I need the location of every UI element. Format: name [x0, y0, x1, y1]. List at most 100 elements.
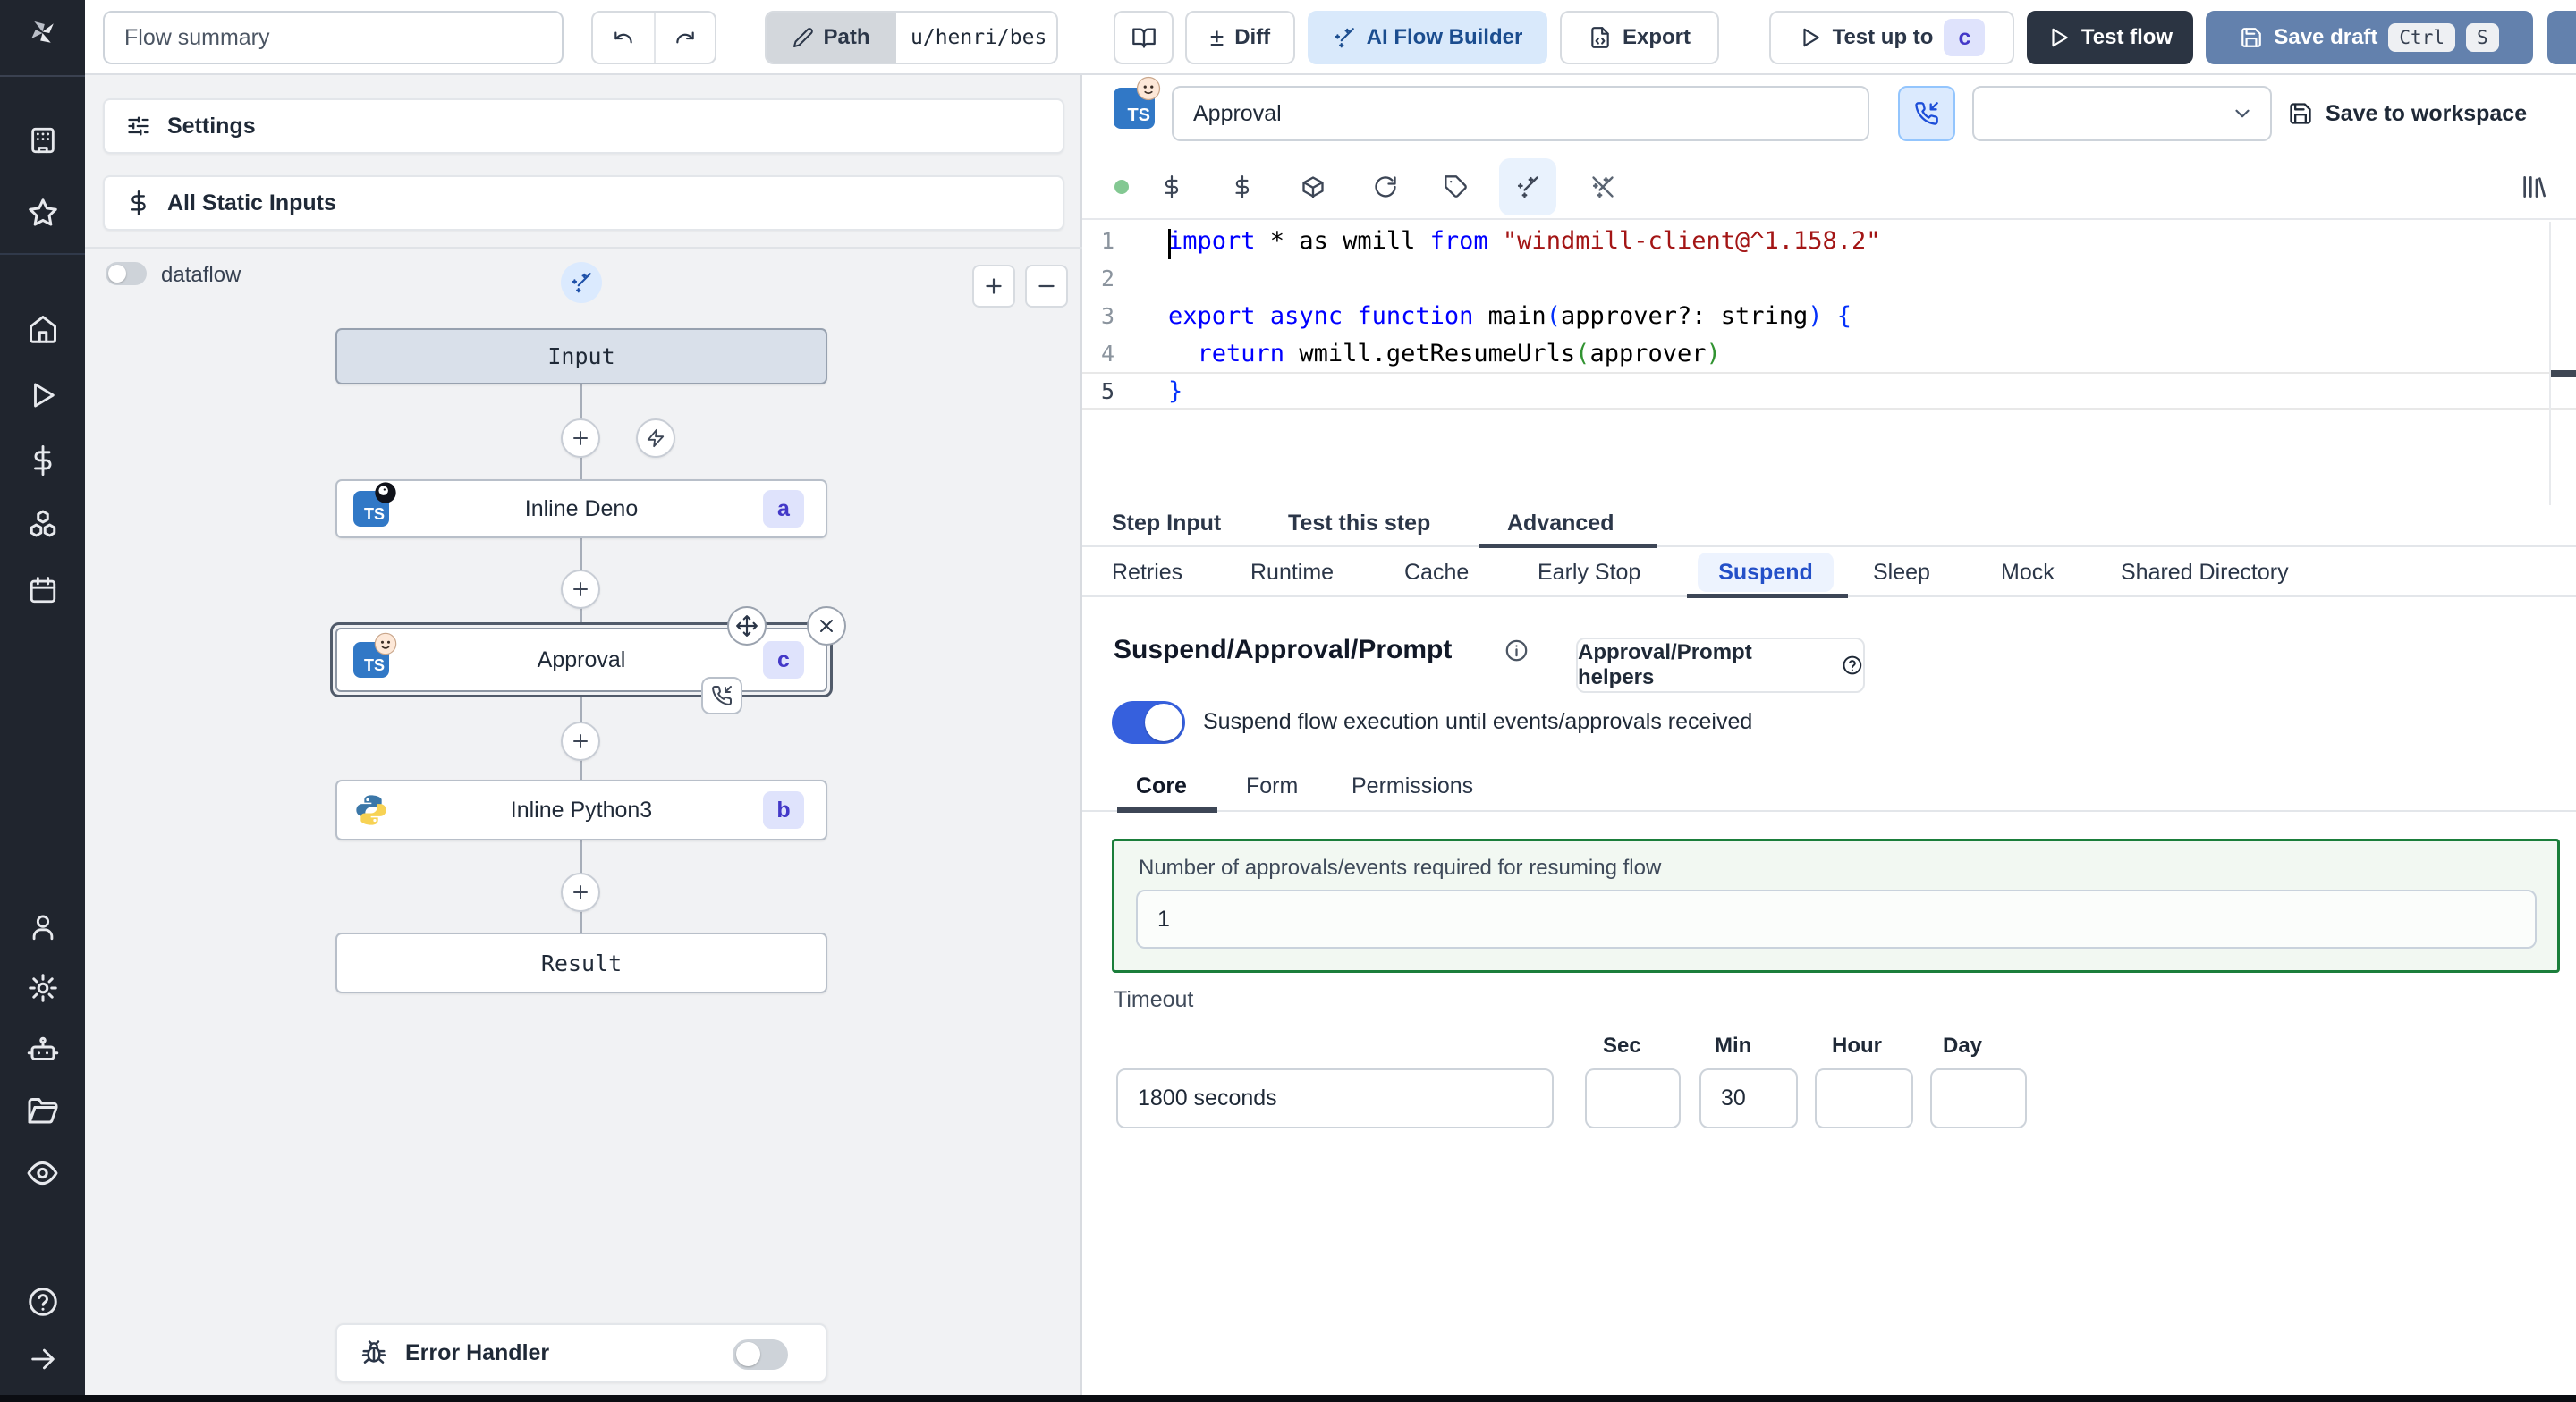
- code-line[interactable]: 1 import * as wmill from "windmill-client…: [1082, 222, 2576, 259]
- zoom-out-button[interactable]: [1025, 265, 1068, 308]
- all-static-inputs-button[interactable]: All Static Inputs: [103, 175, 1064, 231]
- dataflow-toggle[interactable]: [106, 262, 147, 285]
- suspend-toggle[interactable]: [1112, 701, 1185, 744]
- subtab-runtime[interactable]: Runtime: [1250, 560, 1334, 586]
- help-icon[interactable]: [26, 1285, 59, 1318]
- tab-core-active[interactable]: Core: [1136, 773, 1187, 799]
- add-step-button[interactable]: [561, 570, 600, 609]
- vars-dollar-icon[interactable]: [1229, 173, 1256, 200]
- export-button[interactable]: Export: [1560, 11, 1719, 64]
- test-up-to-button[interactable]: Test up to c: [1769, 11, 2014, 64]
- all-static-inputs-label: All Static Inputs: [167, 190, 336, 215]
- ai-step-wand-button[interactable]: [561, 262, 602, 303]
- users-icon[interactable]: [26, 910, 59, 943]
- code-line[interactable]: 2: [1082, 259, 2576, 297]
- diff-button[interactable]: ± Diff: [1185, 11, 1295, 64]
- timeout-sec-input[interactable]: [1585, 1068, 1681, 1128]
- folders-icon[interactable]: [26, 1094, 59, 1128]
- delete-step-button[interactable]: [807, 606, 846, 646]
- tab-advanced[interactable]: Advanced: [1507, 511, 1614, 536]
- timeout-hour-input[interactable]: [1815, 1068, 1913, 1128]
- tab-test-this-step[interactable]: Test this step: [1288, 511, 1430, 536]
- minus-icon: [1038, 284, 1055, 288]
- timeout-total-input[interactable]: [1116, 1068, 1554, 1128]
- flow-settings-button[interactable]: Settings: [103, 98, 1064, 154]
- undo-icon: [614, 31, 632, 44]
- add-step-button[interactable]: [561, 418, 600, 458]
- runs-play-icon[interactable]: [26, 378, 59, 411]
- test-args-dollar-icon[interactable]: [1158, 173, 1185, 200]
- docs-button[interactable]: [1114, 11, 1174, 64]
- path-button[interactable]: Path u/henri/bes: [765, 11, 1058, 64]
- plus-icon: [573, 885, 588, 899]
- wand-off-icon[interactable]: [1589, 173, 1616, 200]
- step-node-label: Inline Python3: [510, 797, 653, 823]
- dataflow-label: dataflow: [161, 263, 242, 287]
- favorites-star-icon[interactable]: [26, 196, 59, 229]
- timeout-day-input[interactable]: [1930, 1068, 2027, 1128]
- save-to-workspace-button[interactable]: Save to workspace: [2288, 93, 2527, 134]
- approvals-required-input[interactable]: [1136, 890, 2537, 949]
- windmill-logo[interactable]: [26, 16, 59, 49]
- step-node-python[interactable]: Inline Python3 b: [335, 780, 827, 840]
- tab-step-input[interactable]: Step Input: [1112, 511, 1221, 536]
- deploy-button-partial[interactable]: [2547, 11, 2576, 64]
- flow-summary-input[interactable]: [103, 11, 564, 64]
- redo-button[interactable]: [653, 13, 715, 63]
- approval-phone-badge[interactable]: [701, 677, 742, 714]
- subtab-sleep[interactable]: Sleep: [1873, 560, 1930, 586]
- approval-face-icon: [1136, 76, 1161, 101]
- home-icon[interactable]: [26, 312, 59, 345]
- subtab-shared-directory[interactable]: Shared Directory: [2121, 560, 2289, 586]
- variables-dollar-icon[interactable]: [26, 443, 59, 477]
- library-icon[interactable]: [2518, 172, 2548, 202]
- subtab-retries[interactable]: Retries: [1112, 560, 1182, 586]
- step-node-deno[interactable]: TS Inline Deno a: [335, 479, 827, 538]
- tab-form[interactable]: Form: [1246, 773, 1298, 799]
- add-step-button[interactable]: [561, 722, 600, 761]
- add-trigger-button[interactable]: [636, 418, 675, 458]
- code-editor[interactable]: 1 import * as wmill from "windmill-client…: [1082, 222, 2576, 505]
- input-node[interactable]: Input: [335, 328, 827, 384]
- undo-button[interactable]: [593, 13, 654, 63]
- subtab-cache[interactable]: Cache: [1404, 560, 1469, 586]
- subtab-suspend-active[interactable]: Suspend: [1698, 553, 1834, 592]
- code-line[interactable]: 4 return wmill.getResumeUrls(approver): [1082, 334, 2576, 372]
- collapse-arrow-right-icon[interactable]: [26, 1342, 59, 1375]
- test-flow-button[interactable]: Test flow: [2027, 11, 2193, 64]
- approval-prompt-helpers-button[interactable]: Approval/Prompt helpers: [1576, 638, 1865, 693]
- subtab-mock[interactable]: Mock: [2001, 560, 2055, 586]
- timeout-min-input[interactable]: [1699, 1068, 1798, 1128]
- add-step-button[interactable]: [561, 873, 600, 912]
- subtab-early-stop[interactable]: Early Stop: [1538, 560, 1640, 586]
- resources-cubes-icon[interactable]: [26, 508, 59, 541]
- pencil-icon: [793, 28, 814, 47]
- path-value: u/henri/bes: [911, 26, 1047, 49]
- step-title-input[interactable]: [1172, 86, 1869, 141]
- workspace-icon[interactable]: [26, 123, 59, 156]
- reload-icon[interactable]: [1372, 173, 1399, 200]
- plus-icon: [573, 431, 588, 445]
- code-text: export async function main(approver?: st…: [1168, 301, 1852, 330]
- settings-gear-icon[interactable]: [26, 971, 59, 1004]
- info-icon[interactable]: [1504, 638, 1529, 663]
- zoom-in-button[interactable]: [972, 265, 1015, 308]
- code-line[interactable]: 5}: [1082, 372, 2576, 410]
- line-number: 1: [1100, 227, 1114, 254]
- suspend-phone-button[interactable]: [1898, 86, 1955, 141]
- error-handler-card[interactable]: Error Handler: [335, 1323, 827, 1382]
- script-version-select[interactable]: [1972, 86, 2272, 141]
- audit-eye-icon[interactable]: [26, 1156, 59, 1189]
- tag-icon[interactable]: [1443, 173, 1470, 200]
- tab-permissions[interactable]: Permissions: [1352, 773, 1473, 799]
- workers-robot-icon[interactable]: [26, 1033, 59, 1066]
- package-icon[interactable]: [1300, 173, 1326, 200]
- ai-assistant-wand-button[interactable]: [1499, 158, 1556, 215]
- save-draft-button[interactable]: Save draft Ctrl S: [2206, 11, 2533, 64]
- code-line[interactable]: 3 export async function main(approver?: s…: [1082, 297, 2576, 334]
- result-node[interactable]: Result: [335, 933, 827, 993]
- ai-flow-builder-button[interactable]: AI Flow Builder: [1308, 11, 1547, 64]
- move-step-button[interactable]: [727, 606, 767, 646]
- error-handler-toggle[interactable]: [733, 1339, 788, 1370]
- schedules-calendar-icon[interactable]: [26, 573, 59, 606]
